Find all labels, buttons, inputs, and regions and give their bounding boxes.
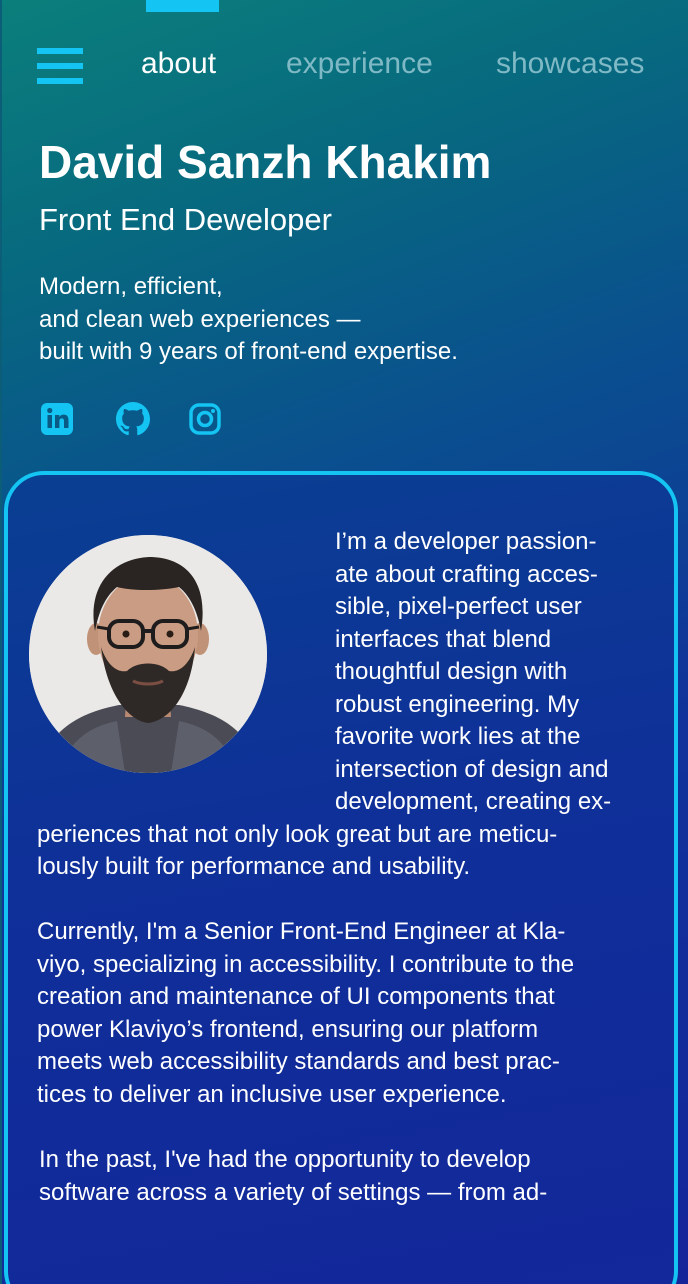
- bio-line: ate about crafting acces-: [335, 560, 598, 588]
- instagram-icon[interactable]: [187, 401, 223, 437]
- profile-role: Front End Deweloper: [39, 202, 332, 237]
- tagline-line: and clean web experiences —: [39, 305, 361, 333]
- avatar: [29, 535, 267, 773]
- bio-line: development, creating ex-: [335, 788, 612, 815]
- nav-link-experience[interactable]: experience: [286, 46, 433, 82]
- hamburger-bar: [37, 78, 83, 84]
- github-icon[interactable]: [115, 401, 151, 437]
- hamburger-bar: [37, 48, 83, 54]
- hamburger-bar: [37, 63, 83, 69]
- profile-tagline: Modern, efficient, and clean web experie…: [39, 271, 458, 369]
- bio-line: power Klaviyo’s frontend, ensuring our p…: [37, 1015, 539, 1043]
- bio-line: periences that not only look great but a…: [37, 820, 558, 848]
- hamburger-menu-icon[interactable]: [37, 48, 83, 84]
- bio-line: sible, pixel-perfect user: [335, 593, 582, 620]
- tagline-line: Modern, efficient,: [39, 273, 223, 300]
- bio-line: robust engineering. My: [335, 690, 580, 718]
- bio-line: interfaces that blend: [335, 625, 552, 653]
- bio-line: software across a variety of settings — …: [39, 1178, 548, 1206]
- bio-line: meets web accessibility standards and be…: [37, 1048, 560, 1075]
- bio-line: viyo, specializing in accessibility. I c…: [37, 950, 575, 978]
- active-nav-indicator: [146, 0, 219, 12]
- nav-link-showcases[interactable]: showcases: [496, 46, 644, 82]
- linkedin-icon[interactable]: [39, 401, 75, 437]
- profile-name: David Sanzh Khakim: [39, 136, 492, 188]
- tagline-line: built with 9 years of front-end expertis…: [39, 338, 458, 365]
- bio-line: In the past, I've had the opportunity to…: [39, 1146, 531, 1173]
- bio-line: intersection of design and: [335, 755, 609, 783]
- bio-line: I’m a developer passion-: [335, 528, 597, 555]
- bio-line: tices to deliver an inclusive user exper…: [37, 1080, 507, 1108]
- bio-line: lously built for performance and usabili…: [37, 853, 471, 880]
- bio-line: creation and maintenance of UI component…: [37, 983, 555, 1010]
- bio-line: Currently, I'm a Senior Front-End Engine…: [37, 918, 566, 945]
- nav-link-about[interactable]: about: [141, 46, 216, 82]
- bio-line: favorite work lies at the: [335, 723, 581, 750]
- bio-line: thoughtful design with: [335, 658, 568, 685]
- frame-edge: [0, 0, 2, 1284]
